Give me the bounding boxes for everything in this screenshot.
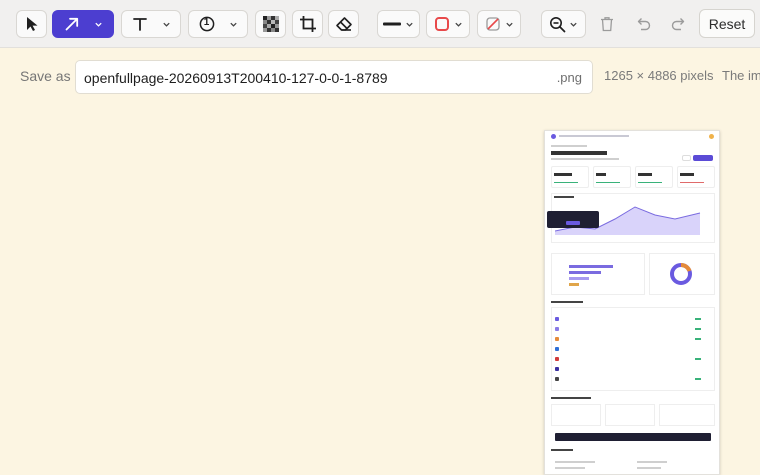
preview-chart-card (551, 253, 645, 295)
preview-line (680, 182, 704, 183)
stroke-width-icon (383, 21, 401, 27)
delete-button[interactable] (592, 10, 622, 38)
redo-button[interactable] (663, 10, 693, 38)
preview-button (693, 155, 713, 161)
annotation-toolbar: 1 Reset (0, 0, 760, 48)
fill-color-button[interactable] (477, 10, 521, 38)
truncated-hint-text: The im (722, 68, 760, 83)
preview-line (554, 182, 578, 183)
chevron-down-icon[interactable] (405, 20, 414, 29)
preview-line (555, 461, 595, 463)
preview-line (551, 145, 587, 147)
preview-card (551, 166, 589, 188)
preview-row-icon (555, 327, 559, 331)
screenshot-preview[interactable] (544, 130, 720, 475)
preview-line (551, 397, 591, 399)
chevron-down-icon[interactable] (505, 20, 514, 29)
pixelate-icon (262, 16, 279, 32)
preview-line (680, 173, 694, 176)
eraser-tool-button[interactable] (328, 10, 359, 38)
preview-card (677, 166, 715, 188)
marker-number: 1 (203, 17, 210, 28)
preview-donut-chart (670, 262, 692, 285)
preview-line (555, 467, 585, 469)
reset-button[interactable]: Reset (699, 9, 755, 38)
preview-line (638, 182, 662, 183)
preview-status (695, 328, 701, 330)
preview-card (593, 166, 631, 188)
preview-row-icon (555, 317, 559, 321)
preview-bar (569, 271, 601, 274)
no-fill-icon (485, 16, 501, 32)
preview-line (554, 173, 572, 176)
chevron-down-icon[interactable] (229, 20, 238, 29)
preview-line (596, 173, 606, 176)
preview-bar (569, 277, 589, 280)
eraser-icon (335, 15, 353, 33)
preview-table (551, 307, 715, 391)
preview-row-icon (555, 377, 559, 381)
file-extension: .png (556, 70, 582, 85)
arrow-icon (64, 16, 80, 32)
undo-icon (636, 16, 652, 32)
crop-icon (299, 15, 317, 33)
preview-card (635, 166, 673, 188)
preview-line (638, 173, 652, 176)
stroke-color-button[interactable] (426, 10, 470, 38)
zoom-button[interactable] (541, 10, 586, 38)
preview-line (596, 182, 620, 183)
chevron-down-icon[interactable] (162, 20, 171, 29)
preview-line (637, 467, 661, 469)
preview-card (605, 404, 655, 426)
number-tool-button[interactable]: 1 (188, 10, 248, 38)
preview-status (695, 358, 701, 360)
stroke-color-icon (434, 16, 450, 32)
preview-status (695, 378, 701, 380)
crop-tool-button[interactable] (292, 10, 323, 38)
select-tool-button[interactable] (16, 10, 47, 38)
preview-nav-bar (559, 135, 629, 137)
trash-icon (599, 16, 615, 32)
text-icon (132, 16, 148, 32)
preview-card (659, 404, 715, 426)
preview-title (551, 151, 607, 155)
preview-row-icon (555, 357, 559, 361)
chevron-down-icon[interactable] (569, 20, 578, 29)
save-as-label: Save as (20, 68, 71, 84)
preview-logo (551, 134, 556, 139)
cursor-icon (25, 16, 39, 32)
numbered-marker-icon: 1 (199, 16, 215, 32)
chevron-down-icon[interactable] (94, 20, 103, 29)
preview-row-icon (555, 337, 559, 341)
filename-field: .png (75, 60, 593, 94)
zoom-out-icon (549, 16, 566, 33)
preview-banner (555, 433, 711, 441)
preview-status (695, 338, 701, 340)
chevron-down-icon[interactable] (454, 20, 463, 29)
preview-row-icon (555, 367, 559, 371)
preview-row-icon (555, 347, 559, 351)
filename-input[interactable] (84, 68, 544, 88)
stroke-width-button[interactable] (377, 10, 420, 38)
image-dimensions: 1265 × 4886 pixels (604, 68, 714, 83)
preview-bar (569, 265, 613, 268)
arrow-tool-button[interactable] (52, 10, 114, 38)
preview-bar (569, 283, 579, 286)
preview-line (637, 461, 667, 463)
preview-header-dot (709, 134, 714, 139)
redo-icon (670, 16, 686, 32)
preview-status (695, 318, 701, 320)
preview-card (551, 404, 601, 426)
preview-line (554, 196, 574, 198)
preview-tooltip (547, 211, 599, 228)
preview-button (682, 155, 691, 161)
preview-tooltip-button (566, 221, 580, 225)
preview-line (551, 301, 583, 303)
pixelate-tool-button[interactable] (255, 10, 286, 38)
preview-line (551, 158, 619, 160)
preview-line (551, 449, 573, 451)
undo-button[interactable] (629, 10, 659, 38)
text-tool-button[interactable] (121, 10, 181, 38)
